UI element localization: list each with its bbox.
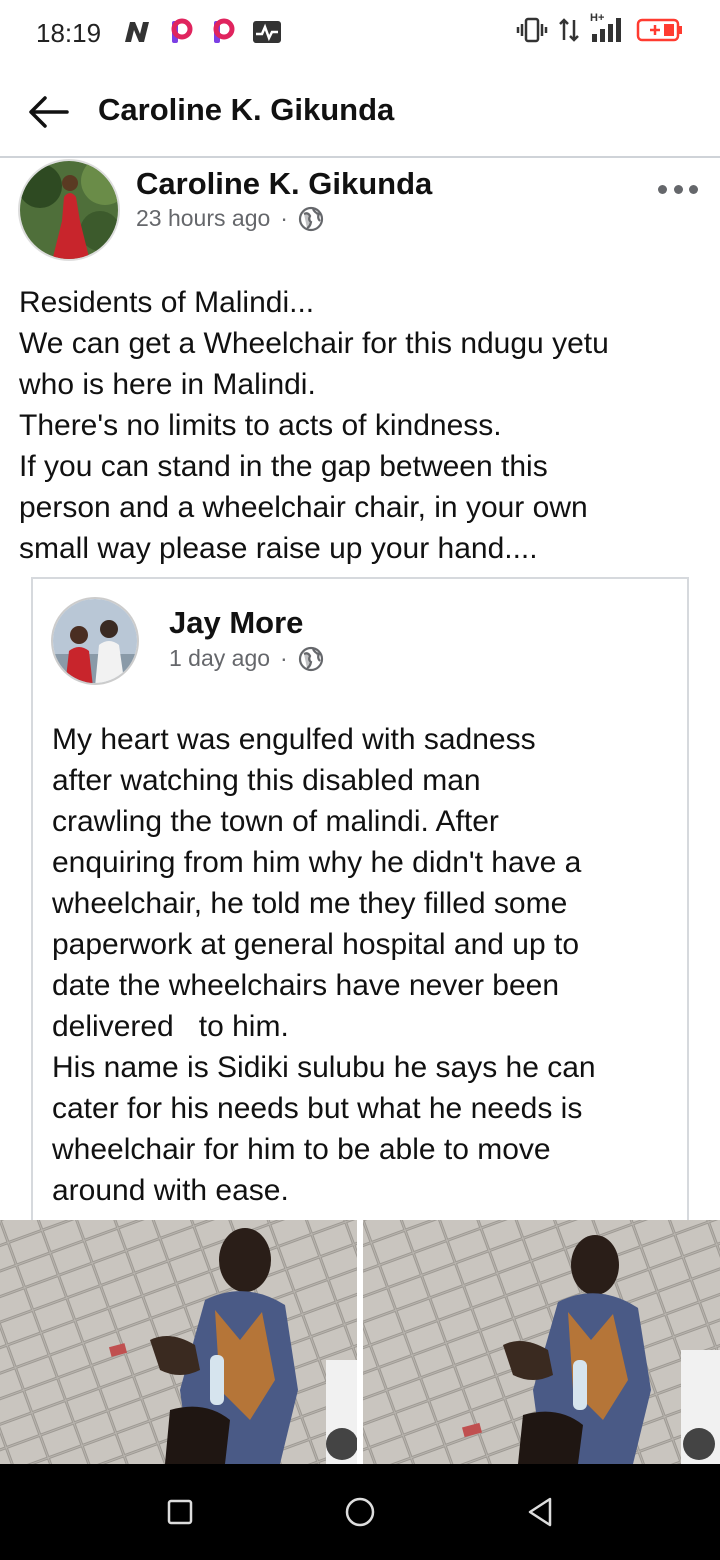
p-app-icon xyxy=(168,18,194,46)
activity-icon xyxy=(252,19,282,45)
p-app-icon xyxy=(210,18,236,46)
shared-post-meta: 1 day ago · xyxy=(169,645,324,672)
post-photo[interactable] xyxy=(363,1220,720,1464)
battery-icon xyxy=(636,17,684,43)
shared-text-line: date the wheelchairs have never been xyxy=(52,969,560,1002)
shared-post-timestamp[interactable]: 1 day ago xyxy=(169,645,270,672)
vibrate-icon xyxy=(516,16,548,44)
shared-text-line: wheelchair, he told me they filled some xyxy=(52,887,568,920)
network-type-label: H+ xyxy=(590,12,605,24)
post-text-line: small way please raise up your hand.... xyxy=(19,532,538,565)
status-bar: 18:19 H+ xyxy=(0,0,720,66)
more-dot xyxy=(658,184,667,194)
globe-icon xyxy=(298,206,324,231)
status-time: 18:19 xyxy=(36,18,102,48)
post-text-line: person and a wheelchair chair, in your o… xyxy=(19,491,588,524)
back-nav-button[interactable] xyxy=(516,1488,564,1536)
meta-separator: · xyxy=(280,205,288,231)
home-button[interactable] xyxy=(336,1488,384,1536)
page-title: Caroline K. Gikunda xyxy=(98,92,395,127)
post-meta: 23 hours ago · xyxy=(136,205,324,232)
more-options-button[interactable] xyxy=(658,176,698,202)
arrow-left-icon xyxy=(29,96,69,128)
shared-post-card[interactable]: Jay More 1 day ago · My heart was engulf… xyxy=(31,577,689,1227)
triangle-back-icon xyxy=(528,1497,552,1527)
notification-icons xyxy=(122,18,282,46)
photo-grid xyxy=(0,1220,720,1464)
post-text-line: We can get a Wheelchair for this ndugu y… xyxy=(19,327,609,360)
circle-home-icon xyxy=(345,1497,375,1527)
more-dot xyxy=(689,184,698,194)
system-icons: H+ xyxy=(516,12,684,44)
post-author-name[interactable]: Caroline K. Gikunda xyxy=(136,166,432,202)
shared-text-line: after watching this disabled man xyxy=(52,764,481,797)
recents-button[interactable] xyxy=(156,1488,204,1536)
post-text-line: who is here in Malindi. xyxy=(19,368,316,401)
post-timestamp[interactable]: 23 hours ago xyxy=(136,205,270,232)
post-text-line: Residents of Malindi... xyxy=(19,286,315,319)
back-button[interactable] xyxy=(26,90,70,134)
post-text-line: If you can stand in the gap between this xyxy=(19,450,548,483)
app-header: Caroline K. Gikunda xyxy=(0,66,720,158)
shared-text-line: around with ease. xyxy=(52,1174,289,1207)
post-body: Residents of Malindi... We can get a Whe… xyxy=(19,282,709,569)
shared-text-line: delivered to him. xyxy=(52,1010,289,1043)
post-photo[interactable] xyxy=(0,1220,357,1464)
author-avatar[interactable] xyxy=(18,159,120,261)
shared-author-name[interactable]: Jay More xyxy=(169,605,303,641)
signal-icon: H+ xyxy=(590,12,626,44)
post-text-line: There's no limits to acts of kindness. xyxy=(19,409,502,442)
shared-text-line: cater for his needs but what he needs is xyxy=(52,1092,583,1125)
shared-post-body: My heart was engulfed with sadness after… xyxy=(52,719,682,1211)
shared-text-line: wheelchair for him to be able to move xyxy=(52,1133,551,1166)
more-dot xyxy=(673,184,683,194)
shared-author-avatar[interactable] xyxy=(51,597,139,685)
meta-separator: · xyxy=(280,645,288,671)
shared-text-line: enquiring from him why he didn't have a xyxy=(52,846,582,879)
shared-text-line: His name is Sidiki sulubu he says he can xyxy=(52,1051,596,1084)
shared-text-line: paperwork at general hospital and up to xyxy=(52,928,580,961)
shared-text-line: crawling the town of malindi. After xyxy=(52,805,499,838)
shared-text-line: My heart was engulfed with sadness xyxy=(52,723,536,756)
system-nav-bar xyxy=(0,1464,720,1560)
n-app-icon xyxy=(122,19,152,45)
data-arrows-icon xyxy=(558,16,580,44)
square-recents-icon xyxy=(167,1499,193,1525)
globe-icon xyxy=(298,646,323,671)
